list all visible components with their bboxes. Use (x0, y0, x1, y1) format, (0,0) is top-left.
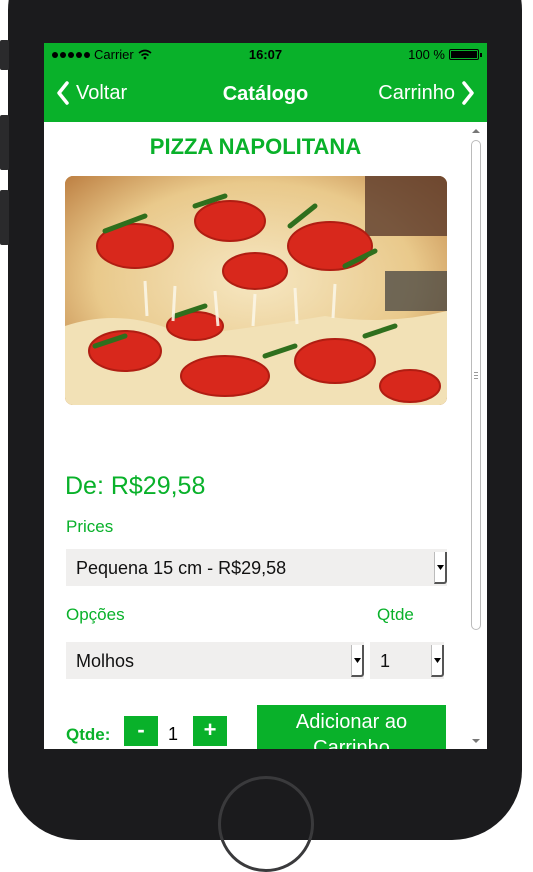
scroll-grip-icon (474, 372, 478, 382)
battery-icon (449, 49, 482, 60)
chevron-right-icon (462, 81, 474, 105)
phone-home-button[interactable] (218, 776, 314, 872)
options-label: Opções (66, 605, 125, 624)
product-detail: PIZZA NAPOLITANA De: R$29,58 Prices Pequ… (44, 122, 487, 749)
phone-side-button (0, 40, 9, 70)
add-to-cart-button[interactable]: Adicionar ao Carrinho (257, 705, 446, 749)
quantity-label: Qtde: (66, 725, 111, 744)
battery-status: 100 % (408, 47, 482, 62)
dropdown-arrow-icon (431, 645, 444, 677)
pizza-photo (65, 176, 447, 405)
price-select-value: Pequena 15 cm - R$29,58 (76, 558, 287, 578)
price-from: De: R$29,58 (65, 472, 206, 500)
dropdown-arrow-icon (434, 552, 447, 584)
options-qty-label: Qtde (377, 605, 414, 624)
quantity-increment-button[interactable]: + (193, 716, 227, 746)
dropdown-arrow-icon (351, 645, 364, 677)
app-screen: Carrier 16:07 100 % Voltar Catálogo Carr… (44, 43, 487, 749)
add-to-cart-label-line2: Carrinho (313, 737, 390, 749)
prices-label: Prices (66, 517, 114, 536)
options-select-value: Molhos (76, 651, 135, 671)
options-select[interactable]: Molhos (66, 642, 364, 679)
options-qty-select[interactable]: 1 (370, 642, 444, 679)
product-title: PIZZA NAPOLITANA (149, 134, 362, 159)
battery-percent: 100 % (408, 47, 445, 62)
price-select[interactable]: Pequena 15 cm - R$29,58 (66, 549, 447, 586)
cart-button[interactable]: Carrinho (378, 81, 475, 105)
options-qty-select-value: 1 (380, 651, 391, 671)
status-bar: Carrier 16:07 100 % (44, 43, 487, 67)
scroll-down-arrow-icon[interactable] (471, 736, 481, 746)
cart-label: Carrinho (378, 81, 455, 104)
navigation-bar: Voltar Catálogo Carrinho (44, 67, 487, 122)
phone-volume-up-button (0, 115, 9, 170)
scroll-up-arrow-icon[interactable] (471, 126, 481, 136)
quantity-value: 1 (168, 724, 179, 744)
phone-volume-down-button (0, 190, 9, 245)
product-image (65, 176, 447, 405)
scroll-thumb[interactable] (471, 140, 481, 630)
quantity-decrement-button[interactable]: - (124, 716, 158, 746)
add-to-cart-label-line1: Adicionar ao (295, 711, 408, 733)
